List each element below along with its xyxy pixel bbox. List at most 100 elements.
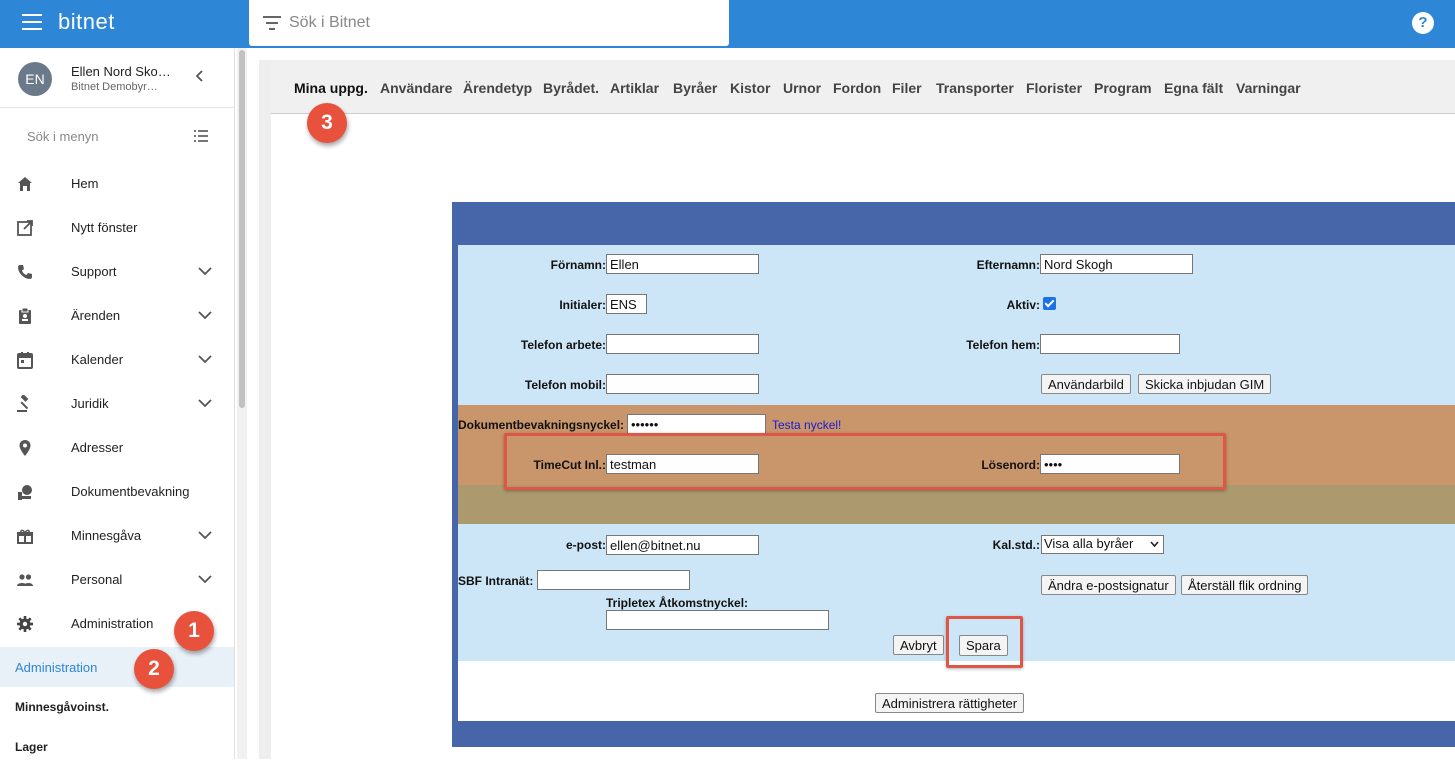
sidebar-item-label: Ärenden	[71, 308, 121, 323]
telefon-hem-label: Telefon hem:	[966, 338, 1040, 352]
fornamn-field[interactable]	[606, 254, 759, 274]
highlight-timecut	[504, 433, 1226, 490]
menu-search-placeholder: Sök i menyn	[27, 129, 99, 144]
help-icon[interactable]: ?	[1412, 12, 1434, 34]
sidebar-subitem-label: Minnesgåvoinst.	[15, 700, 110, 714]
sidebar-subitem-label: Administration	[15, 660, 98, 675]
avatar: EN	[18, 62, 52, 96]
tab-filer[interactable]: Filer	[892, 80, 922, 96]
aktiv-checkbox[interactable]	[1043, 297, 1056, 310]
chevron-down-icon[interactable]	[198, 310, 212, 320]
tripletex-label: Tripletex Åtkomstnyckel:	[606, 596, 749, 610]
sidebar-item-nytt-fonster[interactable]: Nytt fönster	[0, 206, 234, 250]
sidebar-subitem-administration[interactable]: Administration	[0, 647, 234, 687]
sidebar-nav: Hem Nytt fönster Support Ärenden Kalende…	[0, 162, 234, 646]
phone-icon	[18, 265, 32, 279]
skicka-inbjudan-gim-button[interactable]: Skicka inbjudan GIM	[1138, 374, 1272, 394]
gavel-icon	[17, 395, 29, 412]
tab-arendetyp[interactable]: Ärendetyp	[463, 80, 532, 96]
sidebar-item-arenden[interactable]: Ärenden	[0, 294, 234, 338]
filter-icon	[263, 16, 281, 30]
efternamn-label: Efternamn:	[976, 258, 1040, 272]
sidebar-item-label: Kalender	[71, 352, 124, 367]
chevron-down-icon[interactable]	[198, 574, 212, 584]
tab-fordon[interactable]: Fordon	[833, 80, 881, 96]
andra-e-postsignatur-button[interactable]: Ändra e-postsignatur	[1041, 575, 1176, 595]
sidebar-subitem-label: Lager	[15, 740, 48, 754]
tab-byraer[interactable]: Byråer	[673, 80, 717, 96]
sidebar-item-label: Support	[71, 264, 117, 279]
top-bar: bitnet ?	[0, 0, 1455, 48]
chevron-down-icon[interactable]	[198, 266, 212, 276]
list-icon[interactable]	[194, 130, 208, 142]
telefon-mobil-field[interactable]	[606, 374, 759, 394]
gift-icon	[17, 529, 33, 544]
calendar-icon	[17, 352, 33, 369]
sbf-intranat-field[interactable]	[537, 570, 690, 590]
dokumentbevakningsnyckel-label: Dokumentbevakningsnyckel:	[458, 418, 625, 432]
chevron-down-icon	[1150, 541, 1159, 548]
tab-byradet[interactable]: Byrådet.	[543, 80, 599, 96]
efternamn-field[interactable]	[1040, 254, 1193, 274]
hamburger-menu-icon[interactable]	[22, 14, 42, 32]
chevron-down-icon[interactable]	[198, 398, 212, 408]
search-input[interactable]	[289, 10, 709, 36]
administrera-rattigheter-button[interactable]: Administrera rättigheter	[875, 693, 1025, 713]
sidebar-item-minnesgava[interactable]: Minnesgåva	[0, 514, 234, 558]
sidebar-item-kalender[interactable]: Kalender	[0, 338, 234, 382]
kalstd-selected-value: Visa alla byråer	[1044, 536, 1134, 551]
telefon-hem-field[interactable]	[1040, 334, 1180, 354]
user-panel[interactable]: EN Ellen Nord Sko… Bitnet Demobyr…	[0, 48, 234, 108]
telefon-mobil-label: Telefon mobil:	[524, 378, 606, 392]
home-icon	[18, 177, 32, 191]
tab-artiklar[interactable]: Artiklar	[610, 80, 659, 96]
tab-varningar[interactable]: Varningar	[1236, 80, 1301, 96]
sidebar-scrollbar[interactable]	[237, 48, 247, 759]
aterstall-flik-ordning-button[interactable]: Återställ flik ordning	[1181, 575, 1309, 595]
document-watch-icon	[18, 485, 32, 500]
sidebar-item-hem[interactable]: Hem	[0, 162, 234, 206]
dokumentbevakningsnyckel-field[interactable]	[627, 414, 766, 434]
telefon-arbete-field[interactable]	[606, 334, 759, 354]
initialer-field[interactable]	[606, 294, 647, 314]
location-pin-icon	[19, 440, 31, 456]
sidebar-subitem-lager[interactable]: Lager	[0, 727, 234, 767]
tab-transporter[interactable]: Transporter	[936, 80, 1014, 96]
aktiv-label: Aktiv:	[1006, 298, 1040, 312]
kalstd-select[interactable]: Visa alla byråer	[1041, 535, 1164, 554]
sidebar-item-label: Nytt fönster	[71, 220, 138, 235]
sbf-intranat-label: SBF Intranät:	[458, 574, 534, 588]
menu-search[interactable]: Sök i menyn	[0, 112, 234, 160]
user-org: Bitnet Demobyr…	[71, 81, 158, 93]
chevron-left-icon[interactable]	[194, 70, 206, 82]
global-search[interactable]	[249, 0, 729, 46]
tab-florister[interactable]: Florister	[1026, 80, 1082, 96]
kalstd-label: Kal.std.:	[992, 538, 1040, 552]
tab-egna-falt[interactable]: Egna fält	[1164, 80, 1223, 96]
chevron-down-icon[interactable]	[198, 354, 212, 364]
brand-logo: bitnet	[58, 9, 115, 34]
sidebar-item-dokumentbevakning[interactable]: Dokumentbevakning	[0, 470, 234, 514]
sidebar-item-adresser[interactable]: Adresser	[0, 426, 234, 470]
sidebar-item-personal[interactable]: Personal	[0, 558, 234, 602]
sidebar-item-juridik[interactable]: Juridik	[0, 382, 234, 426]
sidebar-subitem-minnesgavoinst[interactable]: Minnesgåvoinst.	[0, 687, 234, 727]
anvandarbild-button[interactable]: Användarbild	[1041, 374, 1131, 394]
tab-mina-uppg[interactable]: Mina uppg.	[294, 80, 368, 96]
sidebar-item-support[interactable]: Support	[0, 250, 234, 294]
sidebar-item-label: Hem	[71, 176, 99, 191]
sidebar-item-label: Dokumentbevakning	[71, 484, 190, 499]
epost-field[interactable]	[606, 535, 759, 555]
sidebar-item-label: Administration	[71, 616, 154, 631]
avbryt-button[interactable]: Avbryt	[893, 635, 944, 655]
tab-program[interactable]: Program	[1094, 80, 1152, 96]
step-badge-3: 3	[307, 103, 347, 143]
chevron-down-icon[interactable]	[198, 530, 212, 540]
tab-urnor[interactable]: Urnor	[783, 80, 821, 96]
sidebar-item-label: Juridik	[71, 396, 109, 411]
tab-kistor[interactable]: Kistor	[730, 80, 770, 96]
tab-anvandare[interactable]: Användare	[380, 80, 452, 96]
tripletex-field[interactable]	[606, 610, 829, 630]
testa-nyckel-link[interactable]: Testa nyckel!	[772, 418, 841, 432]
user-name: Ellen Nord Sko…	[71, 64, 171, 79]
